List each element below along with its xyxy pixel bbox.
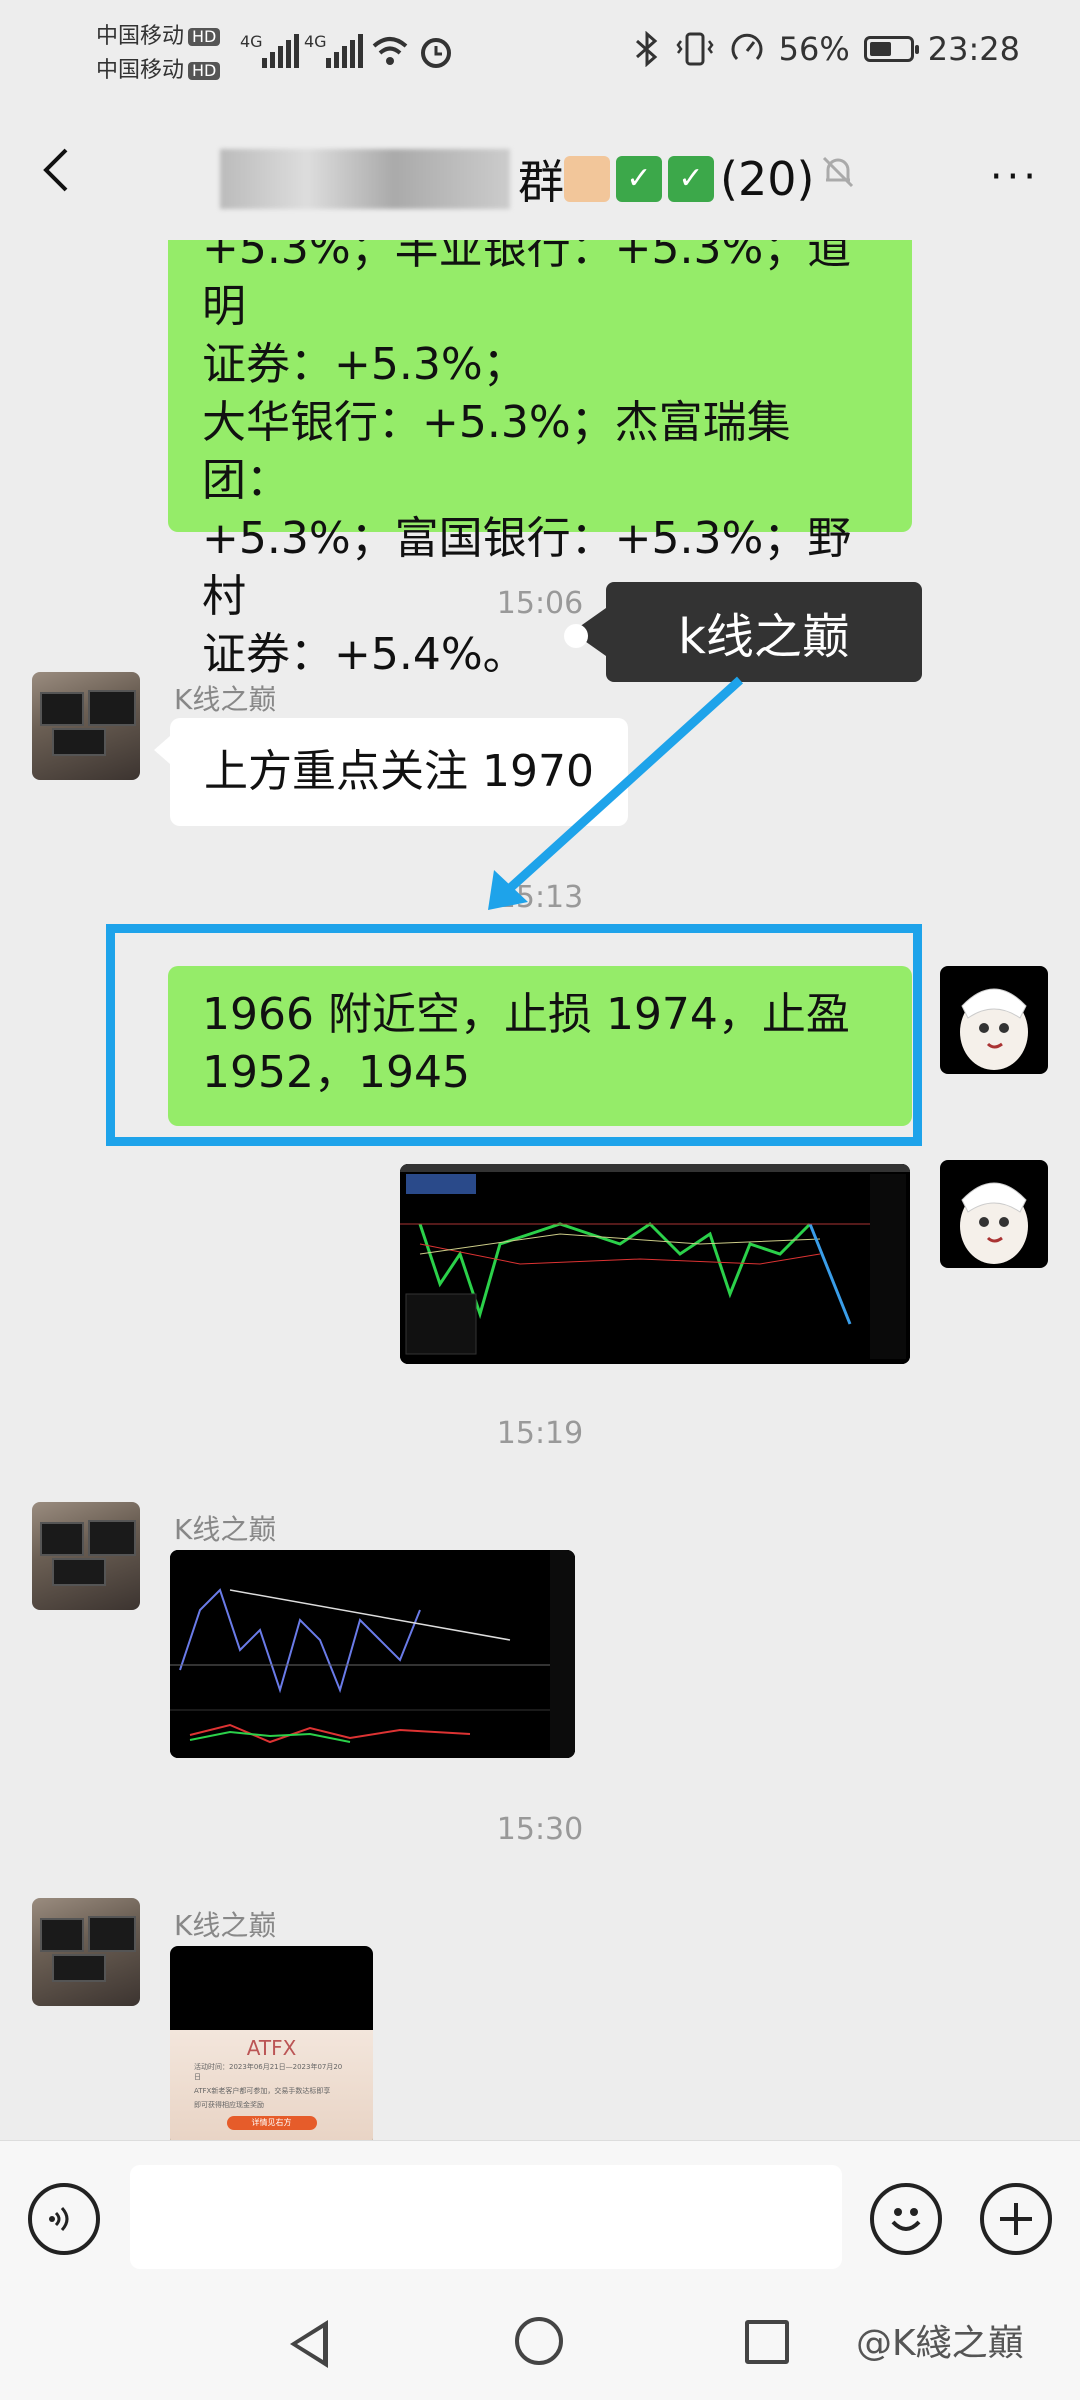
signal-icon: [262, 32, 299, 68]
nav-recents-icon[interactable]: [745, 2320, 789, 2364]
avatar[interactable]: [32, 1898, 140, 2006]
chat-header: 群 ✓ ✓ (20) ···: [0, 110, 1080, 240]
network-type-2: 4G: [304, 32, 327, 51]
message-input[interactable]: [130, 2165, 842, 2269]
mute-bell-icon: [822, 156, 854, 188]
battery-icon: [863, 36, 919, 62]
sender-name: K线之巅: [174, 1909, 277, 1942]
promo-line-1: 活动时间：2023年06月21日—2023年07月20日: [194, 2063, 343, 2081]
promo-brand: ATFX: [246, 2036, 297, 2060]
emoji-button[interactable]: [870, 2183, 942, 2255]
back-arrow-icon[interactable]: [30, 140, 90, 200]
promo-line-3: 即可获得相应现金奖励: [194, 2101, 264, 2109]
avatar[interactable]: [32, 1502, 140, 1610]
chart-screenshot: [170, 1550, 575, 1758]
highlight-box: [106, 924, 922, 1146]
watermark: @K綫之巔: [856, 2323, 1024, 2364]
data-saver-icon: [731, 33, 763, 61]
carrier-1: 中国移动 HD: [96, 26, 221, 48]
chat-area[interactable]: +5.3%；丰业银行：+5.3%；道明 证券：+5.3%； 大华银行：+5.3%…: [0, 240, 1080, 2140]
voice-input-button[interactable]: [28, 2183, 100, 2255]
plus-icon: [1000, 2203, 1032, 2235]
chart-emoji-icon-2: ✓: [668, 156, 714, 202]
chart-emoji-icon: ✓: [616, 156, 662, 202]
timestamp: 15:30: [496, 1812, 584, 1847]
chart-image-message[interactable]: [170, 1550, 575, 1758]
person-laptop-emoji-icon: [564, 156, 610, 202]
sender-name: K线之巅: [174, 1513, 277, 1546]
more-actions-button[interactable]: [980, 2183, 1052, 2255]
status-bar: 中国移动 HD 中国移动 HD 4G 4G 56% 23:28: [0, 0, 1080, 110]
wifi-icon: [372, 37, 408, 65]
member-count: (20): [720, 152, 815, 206]
carrier-2: 中国移动 HD: [96, 60, 221, 82]
clock: 23:28: [927, 30, 1020, 68]
promo-image-message[interactable]: ATFX 活动时间：2023年06月21日—2023年07月20日 ATFX新老…: [170, 1946, 373, 2140]
chart-image-message[interactable]: [400, 1164, 910, 1364]
battery-percent: 56%: [778, 30, 850, 68]
alarm-icon: [421, 38, 451, 68]
promo-button: 详情见右方: [226, 2116, 317, 2130]
blurred-title: [220, 149, 510, 209]
vibrate-icon: [676, 32, 714, 66]
voice-icon: [49, 2206, 69, 2232]
chart-screenshot: [400, 1164, 910, 1364]
signal-icon-2: [326, 32, 363, 68]
input-bar: [0, 2140, 1080, 2291]
promo-line-2: ATFX新老客户都可参加，交易手数达标即享: [194, 2087, 331, 2095]
network-type-1: 4G: [240, 32, 263, 51]
timestamp: 15:19: [496, 1416, 584, 1451]
bluetooth-icon: [635, 31, 657, 67]
more-menu-button[interactable]: ···: [990, 154, 1040, 200]
system-navigation-bar: @K綫之巔: [0, 2290, 1080, 2400]
avatar-self[interactable]: [940, 966, 1048, 1074]
annotation-arrow: [488, 624, 744, 910]
smiley-icon: [891, 2208, 921, 2231]
chat-title: 群 ✓ ✓ (20): [220, 146, 814, 212]
avatar-self[interactable]: [940, 1160, 1048, 1268]
nav-home-icon[interactable]: [515, 2317, 563, 2365]
nav-back-icon[interactable]: [290, 2320, 328, 2368]
